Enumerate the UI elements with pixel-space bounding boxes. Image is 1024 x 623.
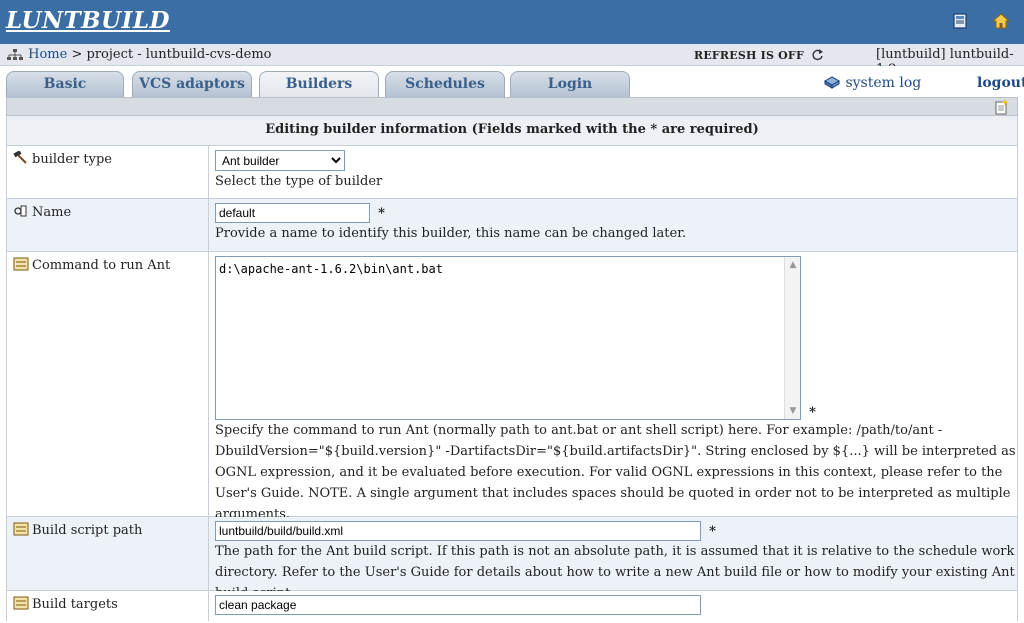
system-log-link[interactable]: system log (823, 75, 921, 91)
form-field-icon (13, 522, 29, 536)
form-field-icon (13, 257, 29, 271)
home-icon[interactable] (992, 12, 1010, 30)
build-script-input[interactable] (215, 521, 701, 541)
name-label: Name (32, 205, 72, 220)
breadcrumb-bar: Home > project - luntbuild-cvs-demo REFR… (0, 44, 1024, 77)
tab-schedules[interactable]: Schedules (385, 71, 505, 97)
refresh-icon[interactable] (811, 48, 824, 61)
form-title: Editing builder information (Fields mark… (6, 116, 1018, 146)
hammer-icon (13, 151, 27, 164)
build-targets-row: Build targets (6, 591, 1018, 621)
system-log-label: system log (845, 75, 922, 91)
tab-basic[interactable]: Basic (6, 71, 124, 97)
book-icon[interactable] (951, 12, 969, 30)
required-marker: * (378, 206, 385, 221)
logout-link[interactable]: logout (977, 75, 1024, 91)
builder-type-help: Select the type of builder (215, 174, 383, 189)
command-textarea-wrap: d:\apache-ant-1.6.2\bin\ant.bat ▲ ▼ (215, 256, 801, 420)
refresh-toggle[interactable]: REFRESH IS OFF (694, 48, 824, 62)
command-row: Command to run Ant d:\apache-ant-1.6.2\b… (6, 252, 1018, 522)
new-item-icon[interactable] (993, 99, 1009, 115)
tab-builders[interactable]: Builders (259, 71, 379, 97)
tab-vcs-adaptors[interactable]: VCS adaptors (132, 71, 252, 97)
build-targets-input[interactable] (215, 595, 701, 615)
command-label: Command to run Ant (32, 258, 171, 273)
app-logo[interactable]: LUNTBUILD (6, 7, 170, 34)
app-header: LUNTBUILD (0, 0, 1024, 44)
refresh-status: REFRESH IS OFF (694, 49, 804, 62)
name-row: Name * Provide a name to identify this b… (6, 199, 1018, 252)
tab-login-mapping[interactable]: Login mapping (510, 71, 630, 116)
breadcrumb-separator: > (71, 47, 83, 62)
command-label-cell: Command to run Ant (7, 252, 209, 516)
name-help: Provide a name to identify this builder,… (215, 226, 687, 241)
required-marker: * (709, 524, 716, 539)
builder-type-row: builder type Ant builder Select the type… (6, 146, 1018, 199)
command-textarea[interactable]: d:\apache-ant-1.6.2\bin\ant.bat (215, 256, 801, 420)
build-script-label: Build script path (32, 523, 143, 538)
form-field-icon (13, 596, 29, 610)
name-label-cell: Name (7, 199, 209, 251)
builder-type-label-cell: builder type (7, 146, 209, 198)
tab-bar: Basic VCS adaptors Builders Schedules Lo… (0, 66, 1024, 116)
build-targets-label: Build targets (32, 597, 118, 612)
builder-edit-form: Editing builder information (Fields mark… (6, 116, 1018, 621)
scroll-down-icon[interactable]: ▼ (787, 405, 799, 417)
toolbar-strip (6, 97, 1018, 116)
builder-type-select[interactable]: Ant builder (215, 150, 345, 171)
name-input[interactable] (215, 203, 370, 223)
required-marker: * (809, 405, 816, 420)
textarea-scrollbar[interactable]: ▲ ▼ (784, 257, 800, 419)
sitemap-icon (7, 48, 23, 60)
build-targets-label-cell: Build targets (7, 591, 209, 621)
breadcrumb: Home > project - luntbuild-cvs-demo (6, 47, 271, 62)
log-icon (823, 76, 841, 89)
command-help: Specify the command to run Ant (normally… (215, 423, 1016, 522)
build-script-label-cell: Build script path (7, 517, 209, 590)
scroll-up-icon[interactable]: ▲ (787, 259, 799, 271)
builder-type-label: builder type (32, 152, 112, 167)
breadcrumb-home-link[interactable]: Home (28, 47, 67, 62)
tag-icon (14, 205, 27, 217)
build-script-row: Build script path * The path for the Ant… (6, 517, 1018, 601)
breadcrumb-project: project - luntbuild-cvs-demo (86, 47, 272, 62)
